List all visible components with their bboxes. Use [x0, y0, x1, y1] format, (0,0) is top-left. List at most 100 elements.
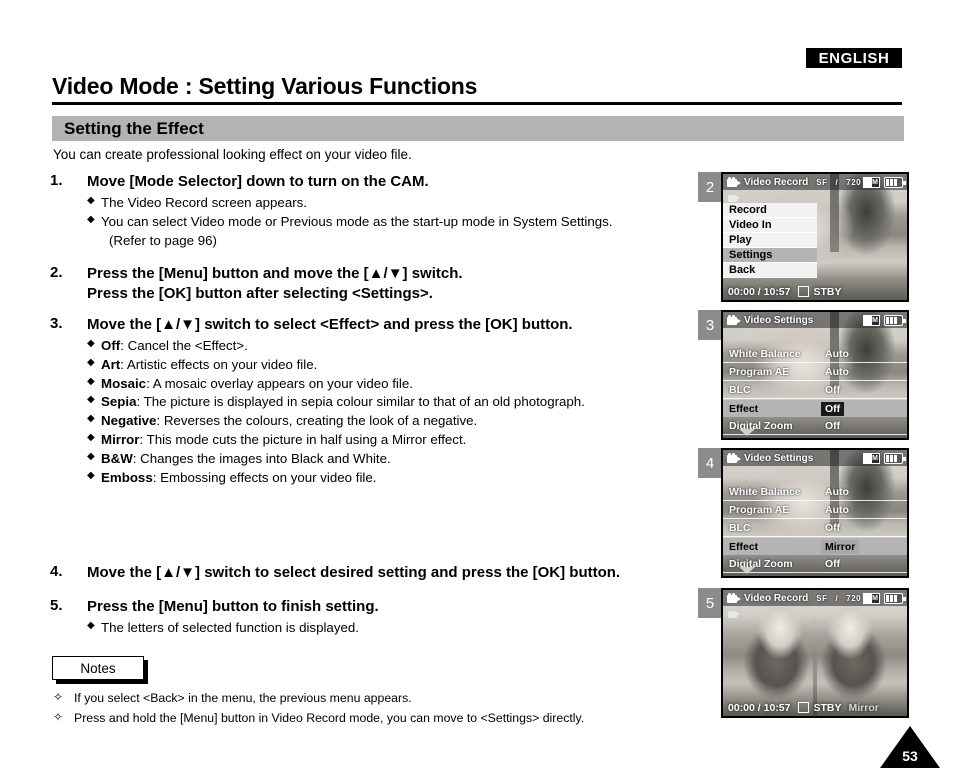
lcd-screen-video-settings-mirror: Video Settings M White Balance Auto Prog… [721, 448, 909, 578]
video-camera-icon [727, 453, 741, 463]
setting-label: White Balance [729, 486, 801, 498]
setting-value: Off [825, 522, 841, 534]
lcd-status-icons: M [863, 592, 906, 604]
step-2-heading-line1: Press the [Menu] button and move the [▲/… [87, 265, 463, 283]
setting-label: Program AE [729, 366, 790, 378]
lcd-mode-title: Video Record [744, 176, 809, 188]
memory-icon: M [863, 452, 880, 464]
scroll-down-arrow-icon[interactable] [739, 567, 755, 574]
step-2-heading-line2: Press the [OK] button after selecting <S… [87, 285, 433, 303]
list-item: ◆ Off: Cancel the <Effect>. [87, 337, 700, 356]
step-5-heading: Press the [Menu] button to finish settin… [87, 597, 379, 615]
setting-row-program-ae[interactable]: Program AE Auto [723, 502, 907, 519]
lcd-popup-menu[interactable]: Record Video In Play Settings Back [723, 203, 817, 278]
notes-label: Notes [80, 660, 116, 676]
list-item: ◆ Sepia: The picture is displayed in sepi… [87, 393, 700, 412]
diamond-bullet-icon: ◆ [87, 451, 95, 463]
list-item: ✧ If you select <Back> in the menu, the … [50, 690, 710, 707]
setting-row-blc[interactable]: BLC Off [723, 382, 907, 399]
setting-value: Mirror [821, 539, 860, 554]
option-desc: : Changes the images into Black and Whit… [132, 451, 391, 467]
step-4: 4. Move the [▲/▼] switch to select desir… [50, 563, 700, 583]
steps-list-lower: 4. Move the [▲/▼] switch to select desir… [50, 563, 700, 639]
diamond-bullet-icon: ◆ [87, 432, 95, 444]
list-item: ◆ Emboss: Embossing effects on your video… [87, 469, 700, 488]
clover-bullet-icon: ✧ [53, 710, 64, 725]
video-camera-icon [727, 177, 741, 187]
option-desc: : Reverses the colours, creating the loo… [156, 413, 478, 429]
scroll-up-arrow-icon[interactable] [739, 468, 755, 475]
menu-item-video-in[interactable]: Video In [723, 218, 817, 233]
list-item: (Refer to page 96) [87, 232, 700, 251]
setting-value: Auto [825, 486, 849, 498]
note-text: If you select <Back> in the menu, the pr… [74, 691, 412, 705]
standby-label: STBY [813, 701, 842, 714]
option-desc: : Artistic effects on your video file. [120, 356, 318, 372]
memory-icon: M [863, 592, 880, 604]
slash-separator: / [835, 593, 839, 603]
diamond-bullet-icon: ◆ [87, 413, 95, 425]
list-item: ◆ The Video Record screen appears. [87, 194, 700, 213]
option-name: Mosaic [101, 375, 147, 391]
step-3-heading: Move the [▲/▼] switch to select <Effect>… [87, 316, 573, 334]
option-name: B&W [101, 451, 133, 467]
recording-time: 00:00 / 10:57 [728, 285, 791, 298]
standby-square-icon [798, 702, 810, 713]
lcd-status-icons: M [863, 176, 906, 188]
menu-item-record[interactable]: Record [723, 203, 817, 218]
step-3-number: 3. [50, 315, 63, 333]
option-name: Mirror [101, 432, 140, 448]
battery-icon [884, 592, 906, 604]
camera-preview-image-mirrored [723, 590, 907, 716]
record-mode-icon [728, 193, 741, 203]
setting-row-program-ae[interactable]: Program AE Auto [723, 364, 907, 381]
note-text: Press and hold the [Menu] button in Vide… [74, 711, 585, 726]
list-item: ◆ You can select Video mode or Previous m… [87, 213, 700, 232]
battery-icon [884, 452, 906, 464]
diamond-bullet-icon: ◆ [87, 213, 95, 225]
settings-menu-list[interactable]: White Balance Auto Program AE Auto BLC O… [723, 328, 907, 438]
lcd-bottom-bar: 00:00 / 10:57 STBY Mirror [723, 699, 907, 716]
step-4-heading: Move the [▲/▼] switch to select desired … [87, 564, 621, 581]
list-item: ✧ Press and hold the [Menu] button in Vi… [50, 710, 710, 727]
diamond-bullet-icon: ◆ [87, 469, 95, 481]
steps-list-upper: 1. Move [Mode Selector] down to turn on … [50, 172, 700, 490]
setting-label: BLC [729, 522, 751, 534]
step-1-bullets: ◆ The Video Record screen appears. ◆ You c… [87, 194, 700, 251]
resolution-indicator: 720 [846, 593, 862, 603]
effect-label: Mirror [848, 701, 879, 714]
quality-indicator: SF [816, 177, 828, 187]
scroll-up-arrow-icon[interactable] [739, 330, 755, 337]
setting-row-effect[interactable]: Effect Off [723, 400, 907, 417]
list-item: ◆ Negative: Reverses the colours, creatin… [87, 412, 700, 431]
bullet-text: The Video Record screen appears. [101, 194, 307, 210]
memory-label: M [872, 178, 878, 186]
option-name: Art [101, 356, 121, 372]
menu-item-back[interactable]: Back [723, 263, 817, 278]
clover-bullet-icon: ✧ [53, 690, 64, 704]
setting-label: Effect [729, 540, 759, 553]
diamond-bullet-icon: ◆ [87, 337, 95, 349]
setting-value: Auto [825, 348, 849, 360]
setting-row-white-balance[interactable]: White Balance Auto [723, 346, 907, 363]
option-desc: : Cancel the <Effect>. [120, 337, 248, 353]
setting-label: BLC [729, 384, 751, 396]
setting-row-blc[interactable]: BLC Off [723, 520, 907, 537]
lcd-screen-video-settings-off: Video Settings M White Balance Auto Prog… [721, 310, 909, 440]
option-name: Negative [101, 413, 157, 429]
lcd-status-icons: M [863, 452, 906, 464]
diamond-bullet-icon: ◆ [87, 194, 95, 206]
diamond-bullet-icon: ◆ [87, 619, 95, 631]
setting-row-effect[interactable]: Effect Mirror [723, 538, 907, 555]
menu-item-settings[interactable]: Settings [723, 248, 817, 263]
scroll-down-arrow-icon[interactable] [739, 429, 755, 436]
step-1: 1. Move [Mode Selector] down to turn on … [50, 172, 700, 250]
menu-item-play[interactable]: Play [723, 233, 817, 248]
option-name: Off [101, 337, 121, 353]
settings-menu-list[interactable]: White Balance Auto Program AE Auto BLC O… [723, 466, 907, 576]
step-2: 2. Press the [Menu] button and move the … [50, 264, 700, 304]
setting-row-white-balance[interactable]: White Balance Auto [723, 484, 907, 501]
option-desc: : The picture is displayed in sepia colo… [136, 394, 585, 410]
page-number: 53 [902, 748, 918, 764]
list-item: ◆ Art: Artistic effects on your video fil… [87, 356, 700, 375]
